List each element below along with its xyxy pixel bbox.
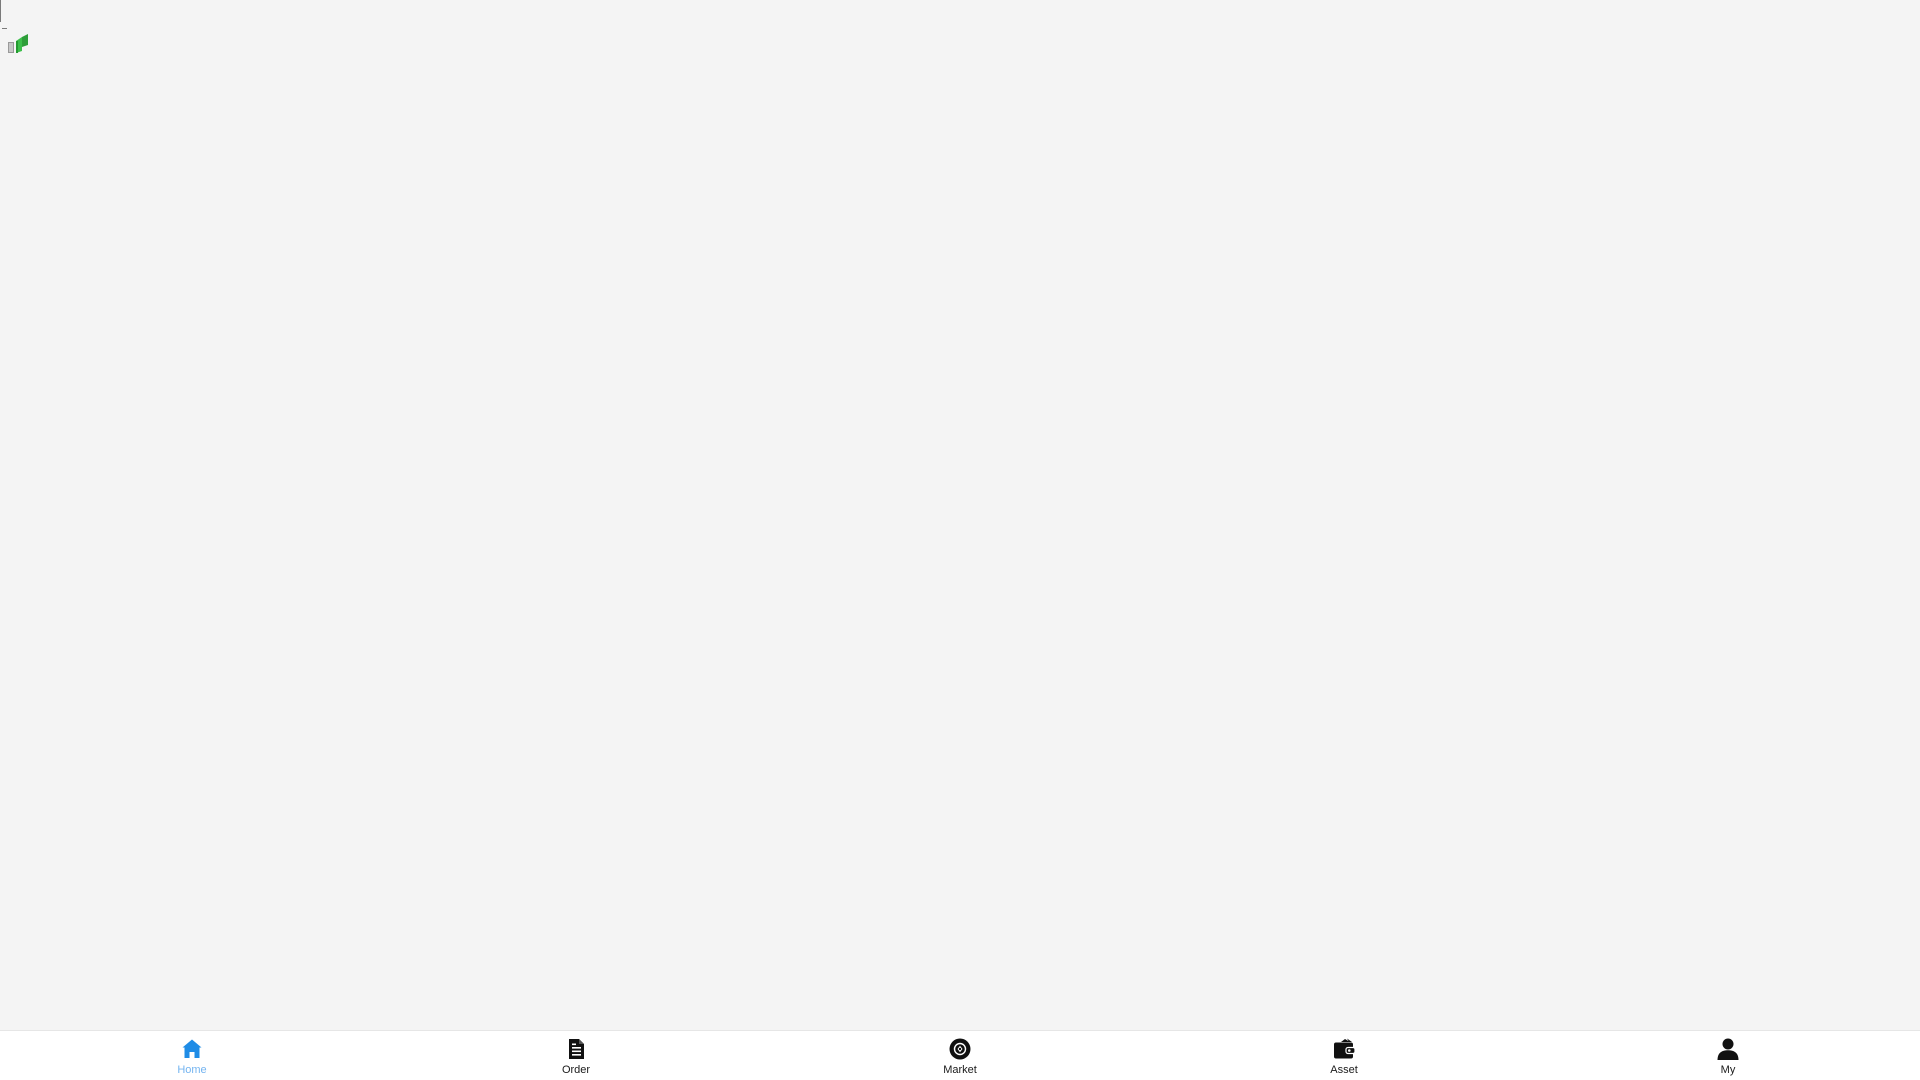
bottom-tab-bar: Home Order Market Asset My — [0, 1030, 1920, 1080]
tab-order[interactable]: Order — [384, 1031, 768, 1080]
tab-label-home: Home — [177, 1063, 207, 1076]
app-page: Home Order Market Asset My — [0, 0, 1920, 1080]
tab-label-market: Market — [943, 1063, 977, 1076]
user-icon — [1717, 1038, 1739, 1060]
tab-market[interactable]: Market — [768, 1031, 1152, 1080]
tab-home[interactable]: Home — [0, 1031, 384, 1080]
tab-my[interactable]: My — [1536, 1031, 1920, 1080]
broken-image-icon — [8, 34, 28, 53]
main-content-area — [0, 0, 1920, 1030]
tab-label-my: My — [1720, 1063, 1736, 1076]
tab-label-order: Order — [561, 1063, 591, 1076]
home-icon — [182, 1039, 202, 1058]
tab-label-asset: Asset — [1330, 1063, 1358, 1076]
tab-asset[interactable]: Asset — [1152, 1031, 1536, 1080]
wallet-icon — [1334, 1038, 1356, 1058]
window-edge-dash — [2, 28, 7, 29]
market-coin-icon — [949, 1038, 971, 1059]
document-icon — [569, 1038, 584, 1059]
top-left-corner — [0, 0, 40, 60]
window-edge-line — [0, 0, 1, 22]
